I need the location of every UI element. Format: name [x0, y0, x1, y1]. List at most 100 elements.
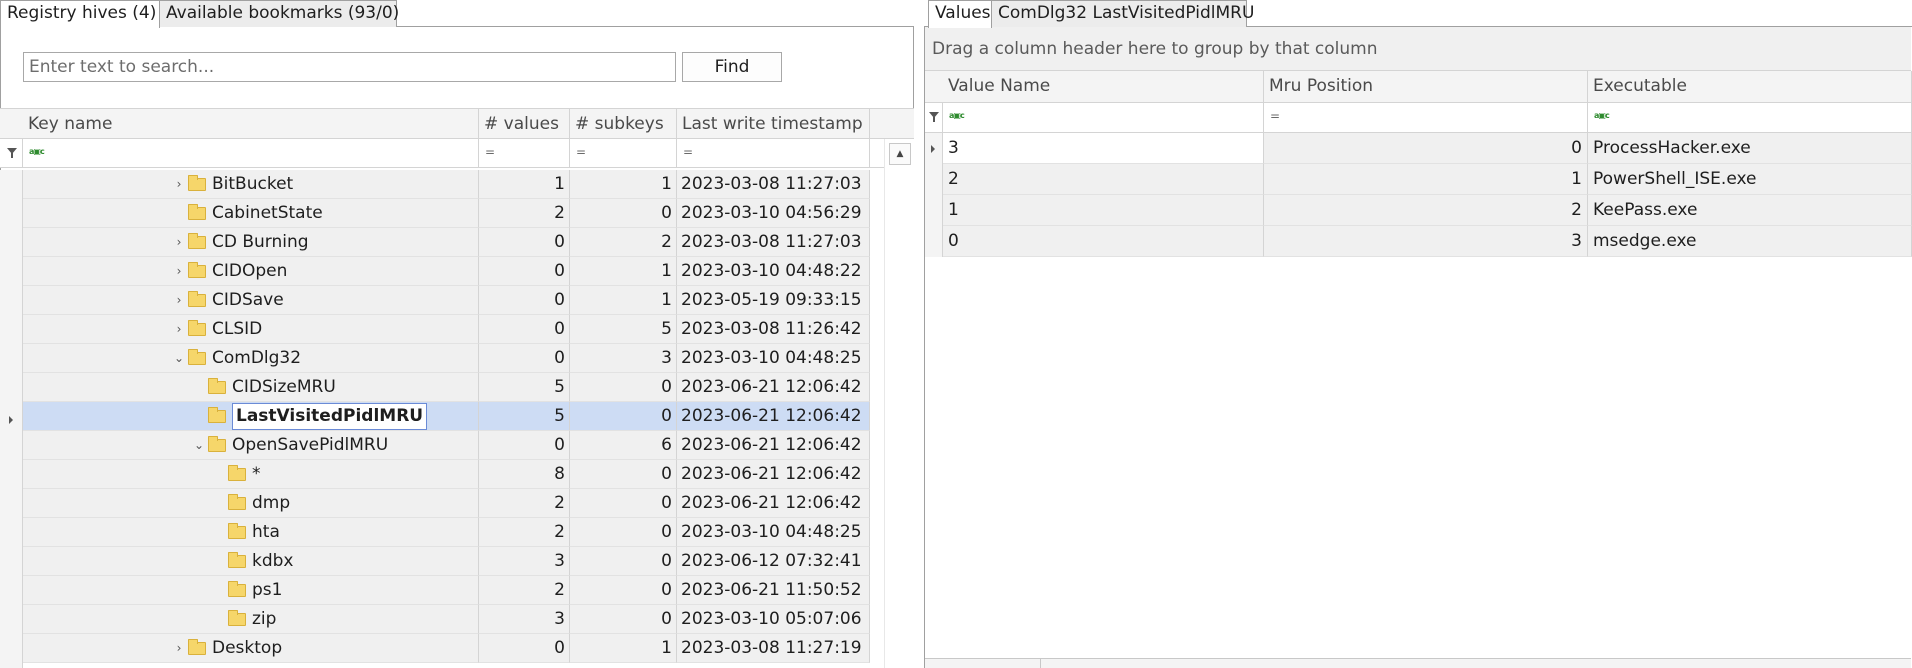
mru-position-cell[interactable]: 3 — [1264, 226, 1588, 257]
value-row[interactable]: 1 2 KeePass.exe — [925, 195, 1912, 226]
filter-cell-last-write[interactable]: = — [677, 139, 870, 167]
tree-timestamp-cell[interactable]: 2023-05-19 09:33:15 — [677, 286, 870, 315]
chevron-right-icon[interactable]: › — [172, 228, 186, 256]
tree-row[interactable]: CabinetState 2 0 2023-03-10 04:56:29 — [0, 199, 870, 228]
value-name-cell[interactable]: 3 — [943, 133, 1264, 164]
tree-subkeys-cell[interactable]: 1 — [570, 170, 677, 199]
tree-timestamp-cell[interactable]: 2023-06-21 12:06:42 — [677, 373, 870, 402]
tree-key-cell[interactable]: dmp — [23, 489, 479, 518]
tree-timestamp-cell[interactable]: 2023-03-10 04:48:25 — [677, 344, 870, 373]
tree-key-cell[interactable]: CIDSizeMRU — [23, 373, 479, 402]
tree-subkeys-cell[interactable]: 0 — [570, 605, 677, 634]
tree-timestamp-cell[interactable]: 2023-03-10 05:07:06 — [677, 605, 870, 634]
tree-row[interactable]: kdbx 3 0 2023-06-12 07:32:41 — [0, 547, 870, 576]
tree-key-cell[interactable]: › Desktop — [23, 634, 479, 663]
chevron-right-icon[interactable]: › — [172, 634, 186, 662]
tree-row[interactable]: › CIDSave 0 1 2023-05-19 09:33:15 — [0, 286, 870, 315]
tree-timestamp-cell[interactable]: 2023-03-10 04:56:29 — [677, 199, 870, 228]
tree-values-cell[interactable]: 0 — [479, 634, 570, 663]
tree-timestamp-cell[interactable]: 2023-03-10 04:48:25 — [677, 518, 870, 547]
filter-cell-executable[interactable]: a▣c — [1588, 103, 1912, 132]
group-by-panel[interactable]: Drag a column header here to group by th… — [925, 27, 1911, 71]
column-header-last-write[interactable]: Last write timestamp — [677, 109, 870, 139]
tree-subkeys-cell[interactable]: 0 — [570, 576, 677, 605]
tree-row[interactable]: CIDSizeMRU 5 0 2023-06-21 12:06:42 — [0, 373, 870, 402]
tree-subkeys-cell[interactable]: 3 — [570, 344, 677, 373]
tree-timestamp-cell[interactable]: 2023-06-12 07:32:41 — [677, 547, 870, 576]
column-header-executable[interactable]: Executable — [1588, 71, 1912, 102]
tree-timestamp-cell[interactable]: 2023-03-08 11:27:03 — [677, 170, 870, 199]
tree-subkeys-cell[interactable]: 0 — [570, 199, 677, 228]
filter-cell-value-name[interactable]: a▣c — [943, 103, 1264, 132]
tree-row[interactable]: * 8 0 2023-06-21 12:06:42 — [0, 460, 870, 489]
executable-cell[interactable]: ProcessHacker.exe — [1588, 133, 1912, 164]
value-name-cell[interactable]: 0 — [943, 226, 1264, 257]
tree-values-cell[interactable]: 3 — [479, 547, 570, 576]
tree-row[interactable]: › BitBucket 1 1 2023-03-08 11:27:03 — [0, 170, 870, 199]
tree-values-cell[interactable]: 0 — [479, 286, 570, 315]
tree-row[interactable]: dmp 2 0 2023-06-21 12:06:42 — [0, 489, 870, 518]
value-name-cell[interactable]: 1 — [943, 195, 1264, 226]
tree-subkeys-cell[interactable]: 0 — [570, 373, 677, 402]
tree-key-cell[interactable]: ps1 — [23, 576, 479, 605]
tree-subkeys-cell[interactable]: 0 — [570, 460, 677, 489]
chevron-down-icon[interactable]: ⌄ — [192, 431, 206, 459]
tree-values-cell[interactable]: 0 — [479, 228, 570, 257]
tree-values-cell[interactable]: 2 — [479, 518, 570, 547]
tree-row[interactable]: ps1 2 0 2023-06-21 11:50:52 — [0, 576, 870, 605]
tree-subkeys-cell[interactable]: 1 — [570, 634, 677, 663]
tree-subkeys-cell[interactable]: 0 — [570, 489, 677, 518]
chevron-right-icon[interactable]: › — [172, 315, 186, 343]
tree-key-cell[interactable]: › CD Burning — [23, 228, 479, 257]
column-header-values[interactable]: # values — [479, 109, 570, 139]
tree-values-cell[interactable]: 0 — [479, 344, 570, 373]
tree-key-cell[interactable]: LastVisitedPidlMRU — [23, 402, 479, 431]
tree-timestamp-cell[interactable]: 2023-06-21 12:06:42 — [677, 489, 870, 518]
chevron-right-icon[interactable]: › — [172, 170, 186, 198]
chevron-right-icon[interactable]: › — [172, 257, 186, 285]
tree-values-cell[interactable]: 5 — [479, 402, 570, 431]
scroll-up-icon[interactable]: ▲ — [889, 143, 911, 165]
column-header-value-name[interactable]: Value Name — [943, 71, 1264, 102]
tree-values-cell[interactable]: 2 — [479, 489, 570, 518]
value-name-cell[interactable]: 2 — [943, 164, 1264, 195]
tree-subkeys-cell[interactable]: 0 — [570, 518, 677, 547]
tree-row[interactable]: › CD Burning 0 2 2023-03-08 11:27:03 — [0, 228, 870, 257]
chevron-right-icon[interactable]: › — [172, 286, 186, 314]
tree-key-cell[interactable]: › BitBucket — [23, 170, 479, 199]
tree-row[interactable]: ⌄ OpenSavePidlMRU 0 6 2023-06-21 12:06:42 — [0, 431, 870, 460]
filter-cell-subkeys[interactable]: = — [570, 139, 677, 167]
tree-values-cell[interactable]: 2 — [479, 199, 570, 228]
tree-key-cell[interactable]: CabinetState — [23, 199, 479, 228]
mru-position-cell[interactable]: 0 — [1264, 133, 1588, 164]
tree-key-cell[interactable]: hta — [23, 518, 479, 547]
tree-values-cell[interactable]: 5 — [479, 373, 570, 402]
tree-row[interactable]: LastVisitedPidlMRU 5 0 2023-06-21 12:06:42 — [0, 402, 870, 431]
filter-cell-values[interactable]: = — [479, 139, 570, 167]
tree-timestamp-cell[interactable]: 2023-03-08 11:26:42 — [677, 315, 870, 344]
value-row[interactable]: 2 1 PowerShell_ISE.exe — [925, 164, 1912, 195]
tree-timestamp-cell[interactable]: 2023-06-21 12:06:42 — [677, 460, 870, 489]
mru-position-cell[interactable]: 2 — [1264, 195, 1588, 226]
tree-subkeys-cell[interactable]: 0 — [570, 547, 677, 576]
chevron-down-icon[interactable]: ⌄ — [172, 344, 186, 372]
tree-row[interactable]: › Desktop 0 1 2023-03-08 11:27:19 — [0, 634, 870, 663]
tab-values[interactable]: Values — [928, 0, 992, 28]
tree-key-cell[interactable]: ⌄ OpenSavePidlMRU — [23, 431, 479, 460]
tree-key-cell[interactable]: › CIDSave — [23, 286, 479, 315]
executable-cell[interactable]: msedge.exe — [1588, 226, 1912, 257]
search-input[interactable] — [23, 52, 676, 82]
tree-subkeys-cell[interactable]: 1 — [570, 257, 677, 286]
tree-values-cell[interactable]: 0 — [479, 257, 570, 286]
tree-values-cell[interactable]: 0 — [479, 431, 570, 460]
tree-values-cell[interactable]: 3 — [479, 605, 570, 634]
tree-values-cell[interactable]: 2 — [479, 576, 570, 605]
tree-timestamp-cell[interactable]: 2023-06-21 12:06:42 — [677, 431, 870, 460]
tree-key-cell[interactable]: ⌄ ComDlg32 — [23, 344, 479, 373]
mru-position-cell[interactable]: 1 — [1264, 164, 1588, 195]
tree-timestamp-cell[interactable]: 2023-03-10 04:48:22 — [677, 257, 870, 286]
tab-comdlg32-lastvisitedpidlmru[interactable]: ComDlg32 LastVisitedPidlMRU — [991, 0, 1254, 27]
column-header-mru-position[interactable]: Mru Position — [1264, 71, 1588, 102]
tree-timestamp-cell[interactable]: 2023-06-21 12:06:42 — [677, 402, 870, 431]
filter-cell-mru-position[interactable]: = — [1264, 103, 1588, 132]
